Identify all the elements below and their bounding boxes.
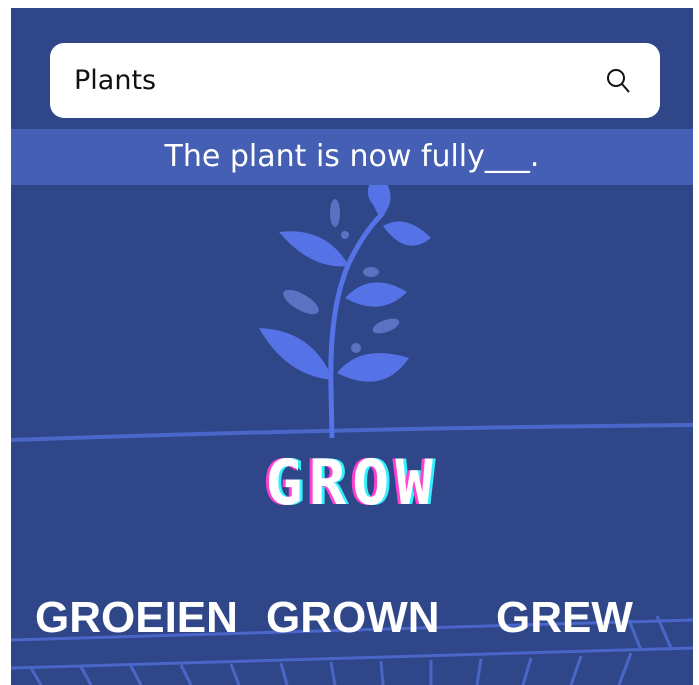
game-screen: Plants The plant is now fully___. GROW G… xyxy=(11,8,693,685)
word-title: GROW xyxy=(265,446,439,519)
option-grown[interactable]: GROWN xyxy=(266,588,440,648)
question-band: The plant is now fully___. xyxy=(11,129,693,185)
ground-line xyxy=(11,423,693,442)
option-grew[interactable]: GREW xyxy=(496,588,633,648)
answer-options: GROEIEN GROWN GREW xyxy=(11,588,693,648)
question-text: The plant is now fully___. xyxy=(164,139,540,174)
search-icon[interactable] xyxy=(604,66,634,96)
search-input[interactable]: Plants xyxy=(74,43,156,118)
option-groeien[interactable]: GROEIEN xyxy=(35,588,238,648)
search-bar[interactable]: Plants xyxy=(50,43,660,118)
